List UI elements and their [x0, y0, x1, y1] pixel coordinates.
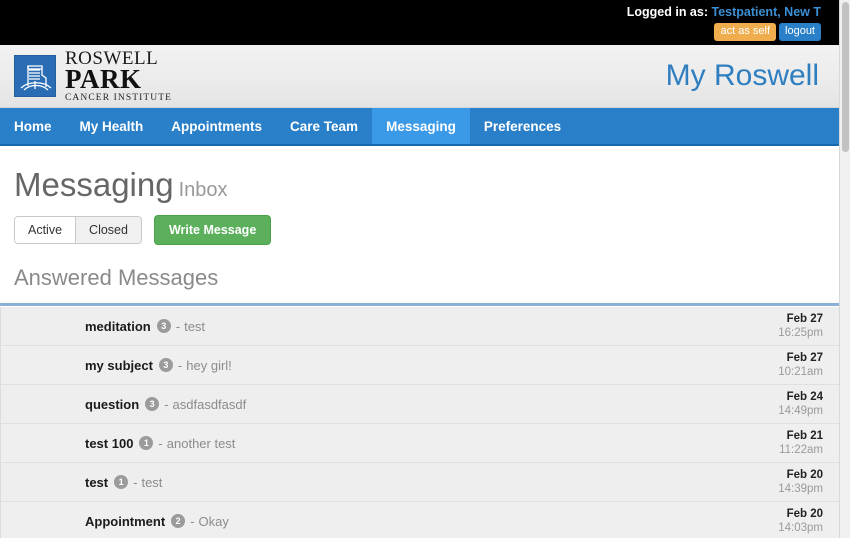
message-date: Feb 27: [786, 352, 823, 364]
main-nav: Home My Health Appointments Care Team Me…: [0, 108, 839, 146]
table-row[interactable]: question 3 - asdfasdfasdf Feb 24 14:49pm: [0, 385, 839, 424]
message-separator: -: [175, 318, 181, 334]
message-count-badge: 3: [158, 358, 173, 372]
message-snippet: asdfasdfasdf: [172, 396, 247, 412]
messaging-toolbar: Active Closed Write Message: [14, 215, 839, 245]
account-actions: act as self logout: [627, 23, 821, 41]
message-summary: test 1 - test: [85, 475, 162, 490]
message-subject: meditation: [85, 318, 151, 334]
logged-in-label: Logged in as:: [626, 5, 708, 19]
message-time: 10:21am: [778, 366, 823, 378]
message-timestamp: Feb 24 14:49pm: [778, 390, 823, 418]
logo-line-park: PARK: [65, 63, 142, 94]
logged-in-status: Logged in as: Testpatient, New T: [627, 5, 821, 20]
message-timestamp: Feb 27 10:21am: [778, 351, 823, 379]
message-summary: question 3 - asdfasdfasdf: [85, 397, 246, 412]
scrollbar-thumb[interactable]: [842, 2, 849, 152]
nav-label: Appointments: [171, 118, 263, 134]
table-row[interactable]: test 1 - test Feb 20 14:39pm: [0, 463, 839, 502]
message-count-badge: 3: [156, 319, 171, 333]
nav-item-care-team[interactable]: Care Team: [276, 108, 372, 144]
logo-line-cancer-institute: CANCER INSTITUTE: [65, 92, 173, 103]
message-date: Feb 21: [786, 430, 823, 442]
nav-label: Home: [14, 118, 52, 134]
message-count-badge: 1: [114, 475, 129, 489]
message-time: 16:25pm: [778, 327, 823, 339]
logged-in-username: Testpatient, New T: [711, 5, 821, 19]
message-separator: -: [133, 474, 138, 490]
table-row[interactable]: my subject 3 - hey girl! Feb 27 10:21am: [0, 346, 839, 385]
nav-item-messaging[interactable]: Messaging: [372, 108, 470, 144]
message-snippet: test: [184, 318, 206, 334]
message-separator: -: [164, 396, 169, 412]
message-date: Feb 24: [786, 391, 823, 403]
message-snippet: Okay: [198, 513, 229, 529]
message-date: Feb 20: [786, 508, 823, 520]
message-timestamp: Feb 27 16:25pm: [778, 312, 823, 340]
table-row[interactable]: Appointment 2 - Okay Feb 20 14:03pm: [0, 502, 839, 538]
message-count-badge: 2: [171, 514, 186, 528]
message-subject: test 100: [85, 435, 134, 451]
message-summary: Appointment 2 - Okay: [85, 514, 229, 529]
account-bar-right: Logged in as: Testpatient, New T act as …: [627, 5, 821, 41]
message-timestamp: Feb 20 14:03pm: [778, 507, 823, 535]
message-count-badge: 1: [139, 436, 154, 450]
site-logo[interactable]: ROSWELL PARK CANCER INSTITUTE: [14, 49, 172, 104]
nav-item-preferences[interactable]: Preferences: [470, 108, 575, 144]
table-row[interactable]: test 100 1 - another test Feb 21 11:22am: [0, 424, 839, 463]
page-content: Messaging Inbox Active Closed Write Messa…: [0, 168, 839, 538]
roswell-park-building-icon: [14, 55, 56, 97]
brand-title: My Roswell: [665, 59, 819, 92]
message-list: meditation 3 - test Feb 27 16:25pm my su…: [0, 306, 839, 538]
logo-wordmark: ROSWELL PARK CANCER INSTITUTE: [65, 49, 172, 104]
table-row[interactable]: meditation 3 - test Feb 27 16:25pm: [0, 307, 839, 346]
logout-button[interactable]: logout: [779, 23, 821, 41]
message-snippet: hey girl!: [186, 357, 232, 373]
message-time: 14:49pm: [778, 405, 823, 417]
message-time: 11:22am: [779, 444, 823, 456]
message-timestamp: Feb 21 11:22am: [779, 429, 823, 457]
message-subject: test: [85, 474, 109, 490]
message-time: 14:39pm: [778, 483, 823, 495]
inbox-filter-group: Active Closed: [14, 216, 142, 244]
page-title-sub: Inbox: [178, 179, 228, 201]
nav-item-home[interactable]: Home: [0, 108, 66, 144]
message-subject: question: [85, 396, 140, 412]
app-window: Logged in as: Testpatient, New T act as …: [0, 0, 850, 538]
message-snippet: test: [141, 474, 163, 490]
message-date: Feb 20: [786, 469, 823, 481]
page-scrollbar[interactable]: [839, 0, 850, 538]
page-title: Messaging Inbox: [14, 168, 839, 201]
nav-label: Preferences: [483, 118, 562, 134]
section-title-answered-messages: Answered Messages: [14, 265, 219, 290]
message-subject: my subject: [85, 357, 153, 373]
page-title-main: Messaging: [14, 166, 174, 203]
message-separator: -: [190, 513, 195, 529]
message-timestamp: Feb 20 14:39pm: [778, 468, 823, 496]
filter-closed-button[interactable]: Closed: [76, 217, 141, 243]
act-as-self-button[interactable]: act as self: [714, 23, 777, 41]
filter-active-button[interactable]: Active: [15, 217, 77, 243]
message-summary: meditation 3 - test: [85, 319, 205, 334]
message-snippet: another test: [166, 435, 236, 451]
nav-label: Care Team: [290, 118, 359, 134]
message-count-badge: 3: [145, 397, 160, 411]
message-separator: -: [158, 435, 163, 451]
nav-label: My Health: [79, 118, 144, 134]
message-date: Feb 27: [786, 313, 823, 325]
nav-item-appointments[interactable]: Appointments: [157, 108, 276, 144]
message-summary: test 100 1 - another test: [85, 436, 235, 451]
message-summary: my subject 3 - hey girl!: [85, 358, 232, 373]
nav-item-my-health[interactable]: My Health: [66, 108, 158, 144]
site-header: ROSWELL PARK CANCER INSTITUTE My Roswell: [0, 45, 839, 108]
nav-label: Messaging: [386, 118, 456, 134]
account-bar: Logged in as: Testpatient, New T act as …: [0, 0, 839, 45]
write-message-button[interactable]: Write Message: [153, 215, 272, 245]
message-time: 14:03pm: [778, 522, 823, 534]
message-separator: -: [177, 357, 183, 373]
message-subject: Appointment: [85, 513, 166, 529]
